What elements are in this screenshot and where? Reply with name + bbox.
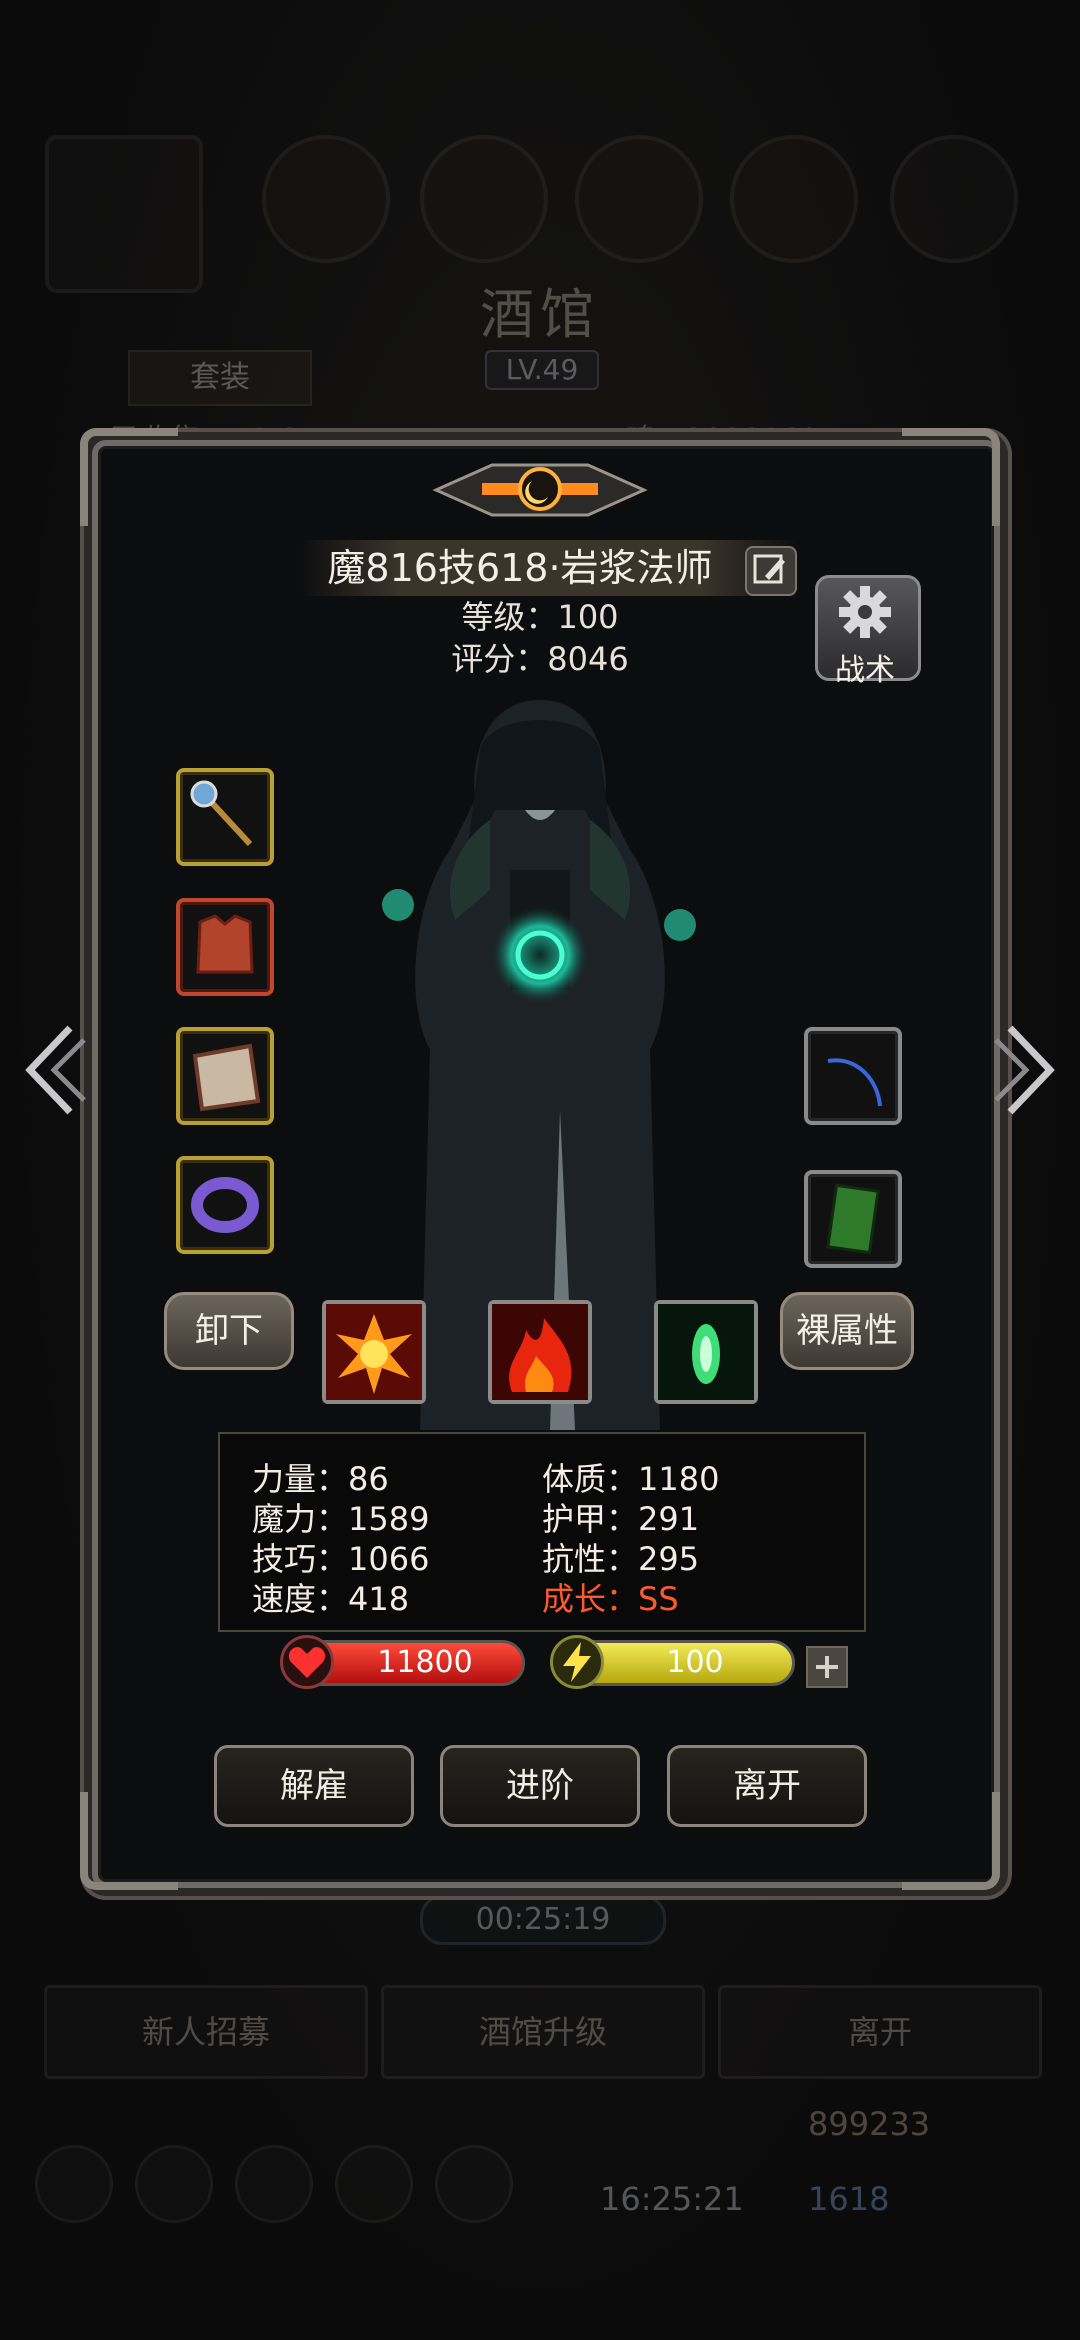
pencil-icon <box>753 554 785 584</box>
menu-icon[interactable] <box>235 2145 313 2223</box>
advance-button[interactable]: 进阶 <box>440 1745 640 1827</box>
dismiss-button[interactable]: 解雇 <box>214 1745 414 1827</box>
plus-icon <box>816 1656 838 1678</box>
skill-slot-3[interactable] <box>654 1300 758 1404</box>
heart-icon <box>280 1635 334 1689</box>
gold-amount: 899233 <box>808 2105 931 2143</box>
menu-icon[interactable] <box>435 2145 513 2223</box>
menu-icon[interactable] <box>335 2145 413 2223</box>
accessory-slot[interactable] <box>804 1027 902 1125</box>
stat-speed: 速度：418 <box>252 1580 410 1618</box>
refresh-timer: 00:25:19 <box>420 1895 666 1945</box>
chest-armor-icon <box>196 914 254 974</box>
add-energy-button[interactable] <box>806 1646 848 1688</box>
energy-value: 100 <box>666 1645 724 1680</box>
recruit-button[interactable]: 新人招募 <box>44 1985 368 2079</box>
tome-icon <box>826 1183 880 1255</box>
rename-button[interactable] <box>745 546 797 596</box>
top-ornament-icon <box>432 463 648 517</box>
shield-icon <box>192 1043 261 1112</box>
hp-value: 11800 <box>377 1645 473 1680</box>
clock: 16:25:21 <box>600 2180 744 2218</box>
frame-corner <box>902 1792 1000 1890</box>
resource-icon <box>890 135 1018 263</box>
previous-hero-arrow-icon[interactable] <box>18 1020 88 1120</box>
outfit-tab[interactable]: 套装 <box>128 350 312 406</box>
lightning-icon <box>550 1635 604 1689</box>
fire-burst-icon <box>326 1304 422 1400</box>
tactics-label: 战术 <box>835 653 895 688</box>
tavern-title: 酒馆 <box>480 283 600 346</box>
flame-icon <box>492 1304 588 1400</box>
book-slot[interactable] <box>804 1170 902 1268</box>
frame-corner <box>80 1792 178 1890</box>
gem-amount: 1618 <box>808 2180 890 2218</box>
skill-slot-2[interactable] <box>488 1300 592 1404</box>
bow-icon <box>827 1058 882 1107</box>
resource-icon <box>420 135 548 263</box>
leave-button[interactable]: 离开 <box>667 1745 867 1827</box>
green-crystal-icon <box>658 1304 754 1400</box>
resource-icon <box>575 135 703 263</box>
frame-corner <box>80 428 178 526</box>
next-hero-arrow-icon[interactable] <box>992 1020 1062 1120</box>
hero-name: 魔816技618·岩浆法师 <box>327 546 713 590</box>
staff-icon <box>190 780 253 847</box>
tavern-upgrade-button[interactable]: 酒馆升级 <box>381 1985 705 2079</box>
menu-icon[interactable] <box>135 2145 213 2223</box>
menu-icon[interactable] <box>35 2145 113 2223</box>
gear-icon <box>839 586 891 638</box>
tavern-leave-button[interactable]: 离开 <box>718 1985 1042 2079</box>
base-attributes-button[interactable]: 裸属性 <box>780 1292 914 1370</box>
unequip-button[interactable]: 卸下 <box>164 1292 294 1370</box>
ring-slot[interactable] <box>176 1156 274 1254</box>
frame-corner <box>902 428 1000 526</box>
weapon-slot[interactable] <box>176 768 274 866</box>
armor-slot[interactable] <box>176 898 274 996</box>
tavern-level: LV.49 <box>485 350 599 390</box>
resource-icon <box>730 135 858 263</box>
skill-slot-1[interactable] <box>322 1300 426 1404</box>
resource-icon <box>262 135 390 263</box>
shield-slot[interactable] <box>176 1027 274 1125</box>
stat-growth: 成长：SS <box>542 1580 679 1618</box>
ring-icon <box>191 1177 259 1233</box>
